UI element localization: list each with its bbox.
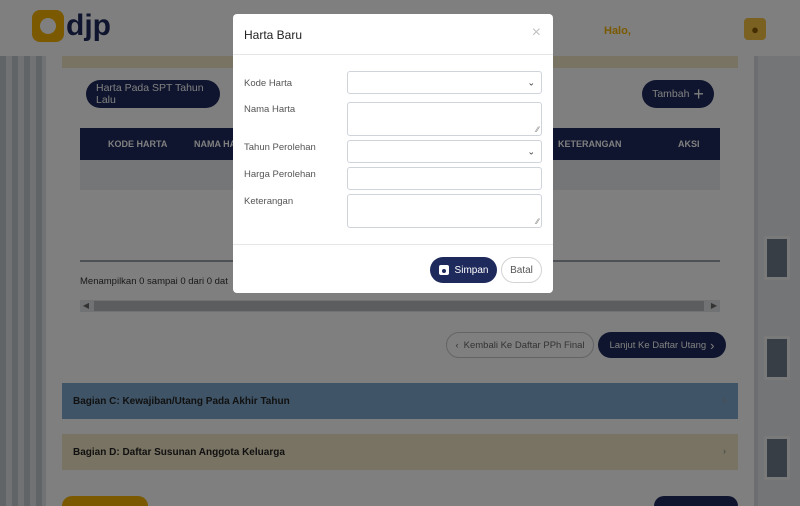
harga-perolehan-label: Harga Perolehan [244, 169, 316, 180]
harga-perolehan-input[interactable] [347, 167, 542, 190]
save-button[interactable]: Simpan [430, 257, 497, 283]
cancel-button[interactable]: Batal [501, 257, 542, 283]
tahun-perolehan-select[interactable]: ⌄ [347, 140, 542, 163]
chevron-down-icon: ⌄ [527, 77, 535, 87]
chevron-down-icon: ⌄ [527, 146, 535, 156]
nama-harta-textarea[interactable]: ∕∕ [347, 102, 542, 136]
modal-footer: Simpan Batal [233, 244, 553, 293]
modal-title: Harta Baru [244, 28, 303, 42]
kode-harta-select[interactable]: ⌄ [347, 71, 542, 94]
save-icon [438, 265, 449, 275]
close-icon[interactable]: × [532, 25, 541, 41]
save-label: Simpan [454, 264, 489, 276]
keterangan-label: Keterangan [244, 196, 294, 207]
new-asset-modal: Harta Baru × Kode Harta ⌄ Nama Harta ∕∕ … [233, 14, 553, 293]
tahun-perolehan-label: Tahun Perolehan [244, 142, 316, 153]
resize-grip-icon[interactable]: ∕∕ [536, 126, 539, 134]
kode-harta-label: Kode Harta [244, 78, 293, 89]
nama-harta-label: Nama Harta [244, 104, 296, 115]
modal-header: Harta Baru × [233, 14, 553, 55]
cancel-label: Batal [510, 264, 533, 276]
keterangan-textarea[interactable]: ∕∕ [347, 194, 542, 228]
resize-grip-icon[interactable]: ∕∕ [536, 218, 539, 226]
